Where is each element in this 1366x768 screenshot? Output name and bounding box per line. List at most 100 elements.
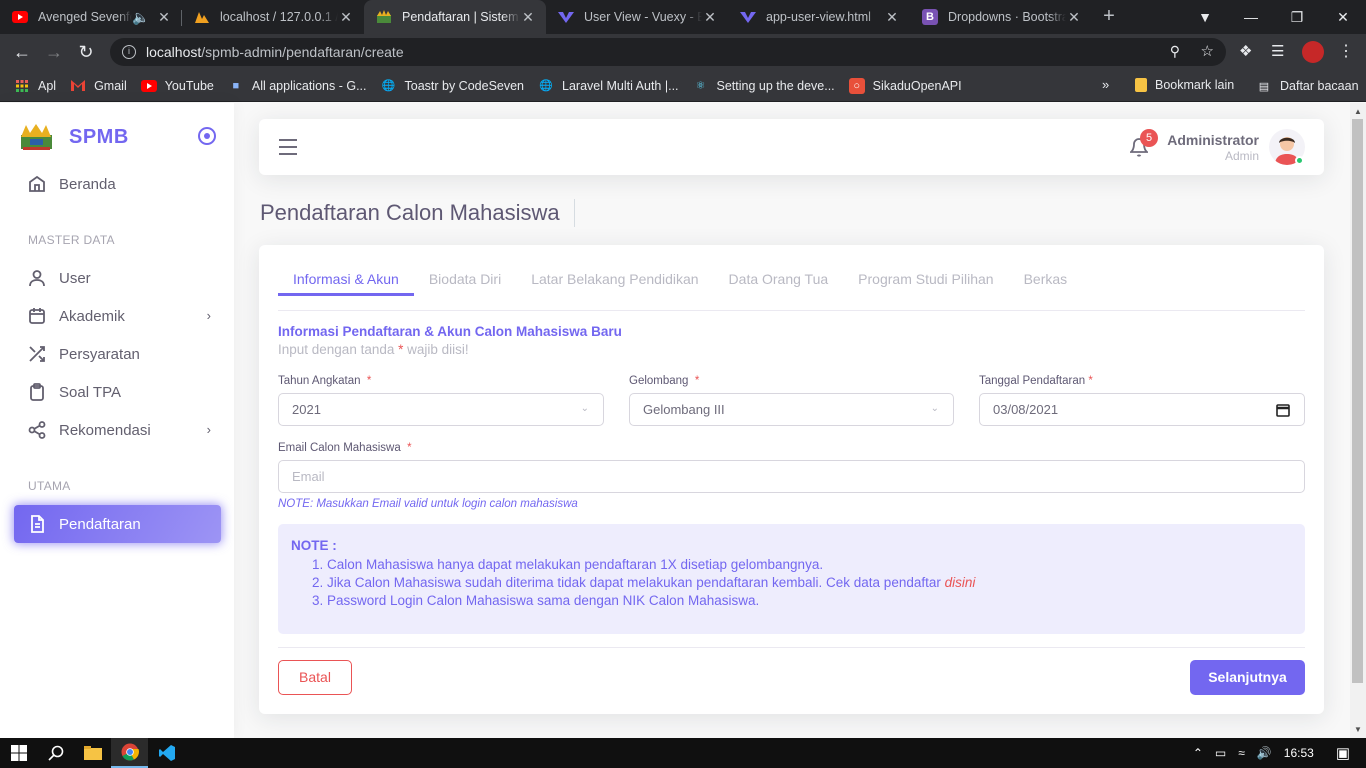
- file-explorer-icon[interactable]: [74, 738, 111, 768]
- more-bookmarks-icon[interactable]: »: [1102, 77, 1109, 92]
- sidebar-item-rekomendasi[interactable]: Rekomendasi ›: [14, 411, 221, 449]
- media-control-icon[interactable]: ☰: [1271, 42, 1284, 60]
- browser-tab[interactable]: app-user-view.html ✕: [728, 0, 910, 34]
- app-logo-icon: [376, 9, 392, 25]
- sidebar-item-akademik[interactable]: Akademik ›: [14, 297, 221, 335]
- next-button[interactable]: Selanjutnya: [1190, 660, 1305, 695]
- reading-list[interactable]: ▤ Daftar bacaan: [1256, 78, 1359, 94]
- top-navbar: 5 Administrator Admin: [259, 119, 1324, 175]
- tahun-angkatan-select[interactable]: 2021 ⌄: [278, 393, 604, 426]
- browser-tab-active[interactable]: Pendaftaran | Sistem Pe ✕: [364, 0, 546, 34]
- sidebar-item-user[interactable]: User: [14, 259, 221, 297]
- close-tab-icon[interactable]: ✕: [702, 9, 718, 25]
- browser-tab[interactable]: B Dropdowns · Bootstrap ✕: [910, 0, 1092, 34]
- browser-tab[interactable]: Avenged Sevenfold 🔈 ✕: [0, 0, 182, 34]
- section-title: Informasi Pendaftaran & Akun Calon Mahas…: [278, 324, 622, 339]
- sidebar: SPMB Beranda MASTER DATA User Akademik ›…: [0, 103, 234, 738]
- note-alert: NOTE : Calon Mahasiswa hanya dapat melak…: [278, 524, 1305, 634]
- sidebar-item-persyaratan[interactable]: Persyaratan: [14, 335, 221, 373]
- browser-tab[interactable]: localhost / 127.0.0.1 / s ✕: [182, 0, 364, 34]
- speaker-icon[interactable]: 🔈: [132, 9, 149, 25]
- user-name[interactable]: Administrator: [1167, 132, 1259, 148]
- calendar-icon[interactable]: [1276, 403, 1290, 420]
- browser-menu-icon[interactable]: ⋮: [1338, 41, 1354, 61]
- clock[interactable]: 16:53: [1284, 746, 1314, 760]
- chrome-taskbar-icon[interactable]: [111, 738, 148, 768]
- email-label: Email Calon Mahasiswa *: [278, 442, 412, 454]
- extensions-icon[interactable]: ❖: [1239, 42, 1252, 60]
- chevron-right-icon: ›: [206, 422, 211, 437]
- menu-toggle-icon[interactable]: [279, 139, 297, 155]
- sidebar-item-beranda[interactable]: Beranda: [14, 165, 221, 203]
- wifi-icon[interactable]: ≈: [1238, 746, 1245, 760]
- close-tab-icon[interactable]: ✕: [338, 9, 354, 25]
- back-icon[interactable]: ←: [6, 42, 38, 63]
- search-icon[interactable]: [37, 738, 74, 768]
- wizard-tabs: Informasi & Akun Biodata Diri Latar Bela…: [278, 263, 1305, 311]
- notification-center-icon[interactable]: ▣: [1336, 744, 1350, 762]
- sidebar-item-pendaftaran[interactable]: Pendaftaran: [14, 505, 221, 543]
- zoom-icon[interactable]: ⚲: [1170, 43, 1180, 60]
- reload-icon[interactable]: ↻: [70, 42, 102, 63]
- phpmyadmin-icon: [194, 9, 210, 25]
- minimize-button[interactable]: —: [1228, 9, 1274, 25]
- tab-informasi-akun[interactable]: Informasi & Akun: [278, 263, 414, 296]
- file-text-icon: [28, 515, 46, 533]
- close-tab-icon[interactable]: ✕: [156, 9, 172, 25]
- close-tab-icon[interactable]: ✕: [520, 9, 536, 25]
- vscode-icon[interactable]: [148, 738, 185, 768]
- tab-data-orang-tua[interactable]: Data Orang Tua: [714, 263, 844, 296]
- sidebar-collapse-toggle[interactable]: [198, 127, 216, 145]
- volume-icon[interactable]: 🔊: [1257, 746, 1272, 760]
- bookmark-star-icon[interactable]: ☆: [1201, 42, 1214, 60]
- tab-search-icon[interactable]: ▼: [1182, 9, 1228, 25]
- tab-program-studi-pilihan[interactable]: Program Studi Pilihan: [843, 263, 1008, 296]
- battery-icon[interactable]: ▭: [1215, 746, 1226, 760]
- bookmark-sikadu[interactable]: ○ SikaduOpenAPI: [848, 77, 962, 94]
- scrollbar-thumb[interactable]: [1352, 119, 1363, 683]
- email-field[interactable]: Email: [278, 460, 1305, 493]
- close-tab-icon[interactable]: ✕: [1066, 9, 1082, 25]
- maximize-button[interactable]: ❐: [1274, 9, 1320, 26]
- forward-icon[interactable]: →: [38, 42, 70, 63]
- windows-taskbar: ⌃ ▭ ≈ 🔊 16:53 ▣: [0, 738, 1366, 768]
- gelombang-label: Gelombang *: [629, 375, 700, 387]
- bookmark-all-applications[interactable]: ■ All applications - G...: [228, 78, 367, 94]
- profile-avatar[interactable]: [1302, 41, 1324, 63]
- university-logo-icon: [21, 124, 52, 150]
- tab-latar-belakang-pendidikan[interactable]: Latar Belakang Pendidikan: [516, 263, 713, 296]
- vuexy-icon: [740, 9, 756, 25]
- brand[interactable]: SPMB: [20, 123, 129, 151]
- divider: [278, 647, 1305, 648]
- tab-berkas[interactable]: Berkas: [1009, 263, 1083, 296]
- bookmark-gmail[interactable]: Gmail: [70, 78, 127, 94]
- chevron-right-icon: ›: [206, 308, 211, 323]
- browser-tab[interactable]: User View - Vuexy - Bo ✕: [546, 0, 728, 34]
- bookmark-toastr[interactable]: 🌐 Toastr by CodeSeven: [381, 78, 524, 94]
- scroll-up-icon[interactable]: ▲: [1354, 107, 1362, 116]
- close-tab-icon[interactable]: ✕: [884, 9, 900, 25]
- cancel-button[interactable]: Batal: [278, 660, 352, 695]
- sidebar-item-soal-tpa[interactable]: Soal TPA: [14, 373, 221, 411]
- close-window-button[interactable]: ✕: [1320, 9, 1366, 26]
- site-info-icon[interactable]: i: [122, 45, 136, 59]
- bookmark-laravel[interactable]: 🌐 Laravel Multi Auth |...: [538, 78, 678, 94]
- page-scrollbar[interactable]: ▲ ▼: [1350, 103, 1366, 738]
- new-tab-button[interactable]: +: [1092, 0, 1126, 34]
- tab-title: Avenged Sevenfold: [38, 10, 132, 24]
- chevron-up-icon[interactable]: ⌃: [1193, 746, 1203, 760]
- bookmark-other-folder[interactable]: Bookmark lain: [1135, 78, 1234, 92]
- note-heading: NOTE :: [291, 538, 337, 553]
- tab-biodata-diri[interactable]: Biodata Diri: [414, 263, 516, 296]
- tanggal-pendaftaran-label: Tanggal Pendaftaran *: [979, 375, 1093, 387]
- disini-link[interactable]: disini: [945, 575, 976, 590]
- scroll-down-icon[interactable]: ▼: [1354, 725, 1362, 734]
- windows-start-icon[interactable]: [0, 738, 37, 768]
- tab-title: localhost / 127.0.0.1 / s: [220, 10, 338, 24]
- address-bar[interactable]: i localhost/spmb-admin/pendaftaran/creat…: [110, 38, 1226, 66]
- tanggal-pendaftaran-input[interactable]: 03/08/2021: [979, 393, 1305, 426]
- bookmark-setting-up[interactable]: ⚛ Setting up the deve...: [693, 78, 835, 94]
- gelombang-select[interactable]: Gelombang III ⌄: [629, 393, 954, 426]
- bookmark-apps[interactable]: Apl: [14, 78, 56, 94]
- bookmark-youtube[interactable]: YouTube: [140, 78, 214, 94]
